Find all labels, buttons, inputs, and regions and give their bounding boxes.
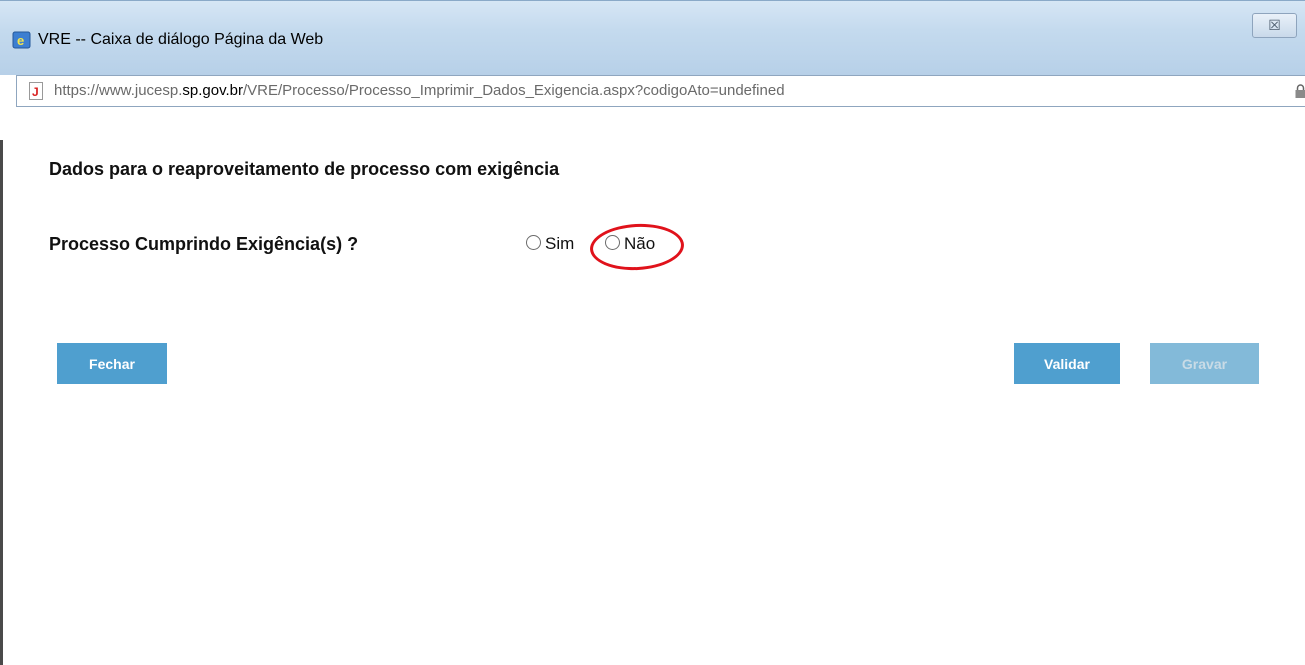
dialog-title-bar[interactable]: e VRE -- Caixa de diálogo Página da Web … xyxy=(0,0,1305,75)
url-host: sp.gov.br xyxy=(182,82,243,99)
form-heading: Dados para o reaproveitamento de process… xyxy=(49,159,560,179)
lock-icon[interactable] xyxy=(1295,84,1305,99)
save-button[interactable]: Gravar xyxy=(1150,343,1259,384)
url-path: /VRE/Processo/Processo_Imprimir_Dados_Ex… xyxy=(242,82,785,99)
svg-text:J: J xyxy=(32,85,39,99)
url-text: https://www.jucesp.sp.gov.br/VRE/Process… xyxy=(54,82,785,99)
close-button[interactable]: Fechar xyxy=(57,343,167,384)
radio-sim[interactable] xyxy=(526,235,541,250)
question-label: Processo Cumprindo Exigência(s) ? xyxy=(49,234,359,254)
dialog-title: VRE -- Caixa de diálogo Página da Web xyxy=(38,31,324,48)
address-bar[interactable]: J https://www.jucesp.sp.gov.br/VRE/Proce… xyxy=(16,75,1305,107)
java-page-icon: J xyxy=(29,82,43,100)
radio-sim-label[interactable]: Sim xyxy=(545,234,574,254)
close-icon: ☒ xyxy=(1268,17,1281,33)
window-edge xyxy=(0,140,3,665)
close-window-button[interactable]: ☒ xyxy=(1252,13,1297,38)
dialog-content xyxy=(0,107,1305,665)
internet-explorer-icon: e xyxy=(12,31,31,49)
validate-button[interactable]: Validar xyxy=(1014,343,1120,384)
url-prefix: https://www.jucesp. xyxy=(54,82,183,99)
svg-text:e: e xyxy=(17,33,24,48)
